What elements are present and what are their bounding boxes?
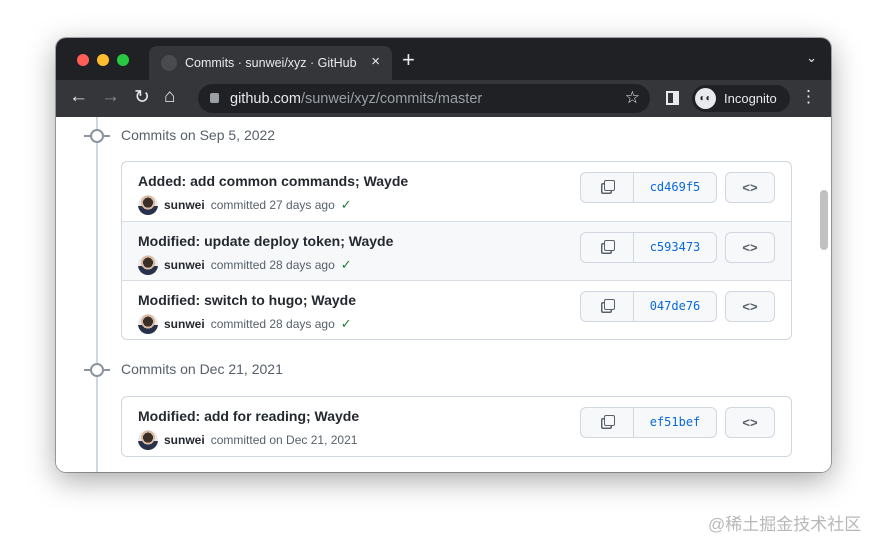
tab-commits[interactable]: Commits · sunwei/xyz · GitHub × <box>149 46 392 80</box>
tab-title: Commits · sunwei/xyz · GitHub <box>185 56 357 70</box>
avatar[interactable] <box>138 430 158 450</box>
copy-sha-button[interactable] <box>581 408 634 437</box>
copy-icon <box>603 240 615 251</box>
minimize-window-button[interactable] <box>97 54 109 66</box>
commit-sha-link[interactable]: cd469f5 <box>634 173 716 202</box>
close-window-button[interactable] <box>77 54 89 66</box>
new-tab-button[interactable]: + <box>402 47 415 73</box>
browse-repo-button[interactable]: <> <box>725 232 775 263</box>
avatar[interactable] <box>138 195 158 215</box>
check-icon[interactable]: ✓ <box>341 316 352 332</box>
code-icon: <> <box>742 240 758 255</box>
github-icon <box>161 55 177 71</box>
address-bar[interactable]: github.com/sunwei/xyz/commits/master ☆ <box>198 84 650 113</box>
page-content: Commits on Sep 5, 2022 Added: add common… <box>56 117 831 472</box>
browse-repo-button[interactable]: <> <box>725 407 775 438</box>
side-panel-icon[interactable] <box>666 91 679 105</box>
lock-icon <box>210 93 219 103</box>
profile-button[interactable]: ◐◐ Incognito <box>692 85 790 112</box>
incognito-icon: ◐◐ <box>695 88 716 109</box>
home-icon[interactable]: ⌂ <box>164 86 175 108</box>
commit-row: Modified: switch to hugo; Wayde sunwei co… <box>122 280 791 339</box>
commit-sha-link[interactable]: 047de76 <box>634 292 716 321</box>
check-icon[interactable]: ✓ <box>341 257 352 273</box>
scrollbar[interactable] <box>820 190 828 250</box>
group-header: Commits on Dec 21, 2021 <box>121 361 283 377</box>
commit-row: Added: add common commands; Wayde sunwei… <box>122 162 791 221</box>
commit-sha-link[interactable]: c593473 <box>634 233 716 262</box>
code-icon: <> <box>742 299 758 314</box>
code-icon: <> <box>742 415 758 430</box>
author-link[interactable]: sunwei <box>164 198 205 212</box>
commit-time: committed 28 days ago <box>210 258 335 272</box>
commit-row: Modified: update deploy token; Wayde sun… <box>122 221 791 280</box>
copy-icon <box>603 299 615 310</box>
commit-node-icon <box>90 363 104 377</box>
author-link[interactable]: sunwei <box>164 433 205 447</box>
commit-sha-link[interactable]: ef51bef <box>634 408 716 437</box>
sha-button-group: 047de76 <box>580 291 717 322</box>
check-icon[interactable]: ✓ <box>341 197 352 213</box>
menu-icon[interactable]: ⋮ <box>800 87 817 107</box>
copy-sha-button[interactable] <box>581 292 634 321</box>
close-tab-icon[interactable]: × <box>371 53 380 70</box>
commit-list: Added: add common commands; Wayde sunwei… <box>121 161 792 340</box>
forward-icon[interactable]: → <box>101 86 120 108</box>
watermark: @稀土掘金技术社区 <box>708 515 862 534</box>
back-icon[interactable]: ← <box>69 86 88 108</box>
commit-row: Modified: add for reading; Wayde sunwei c… <box>122 397 791 456</box>
author-link[interactable]: sunwei <box>164 258 205 272</box>
group-header: Commits on Sep 5, 2022 <box>121 127 276 143</box>
commit-node-icon <box>90 129 104 143</box>
copy-sha-button[interactable] <box>581 233 634 262</box>
author-link[interactable]: sunwei <box>164 317 205 331</box>
sha-button-group: c593473 <box>580 232 717 263</box>
commit-title-link[interactable]: Added: add common commands; Wayde <box>138 173 408 189</box>
commit-title-link[interactable]: Modified: update deploy token; Wayde <box>138 233 393 249</box>
reload-icon[interactable]: ↻ <box>134 86 150 109</box>
commit-title-link[interactable]: Modified: add for reading; Wayde <box>138 408 359 424</box>
commit-time: committed 27 days ago <box>210 198 335 212</box>
tab-bar: Commits · sunwei/xyz · GitHub × + ⌄ <box>56 38 831 80</box>
browse-repo-button[interactable]: <> <box>725 291 775 322</box>
toolbar: ← → ↻ ⌂ github.com/sunwei/xyz/commits/ma… <box>56 80 831 117</box>
copy-icon <box>603 415 615 426</box>
sha-button-group: cd469f5 <box>580 172 717 203</box>
code-icon: <> <box>742 180 758 195</box>
maximize-window-button[interactable] <box>117 54 129 66</box>
url-text[interactable]: github.com/sunwei/xyz/commits/master <box>230 91 482 107</box>
bookmark-star-icon[interactable]: ☆ <box>625 88 640 108</box>
commit-list: Modified: add for reading; Wayde sunwei c… <box>121 396 792 457</box>
copy-icon <box>603 180 615 191</box>
copy-sha-button[interactable] <box>581 173 634 202</box>
sha-button-group: ef51bef <box>580 407 717 438</box>
profile-label: Incognito <box>724 91 777 106</box>
tab-search-icon[interactable]: ⌄ <box>806 50 817 66</box>
commit-title-link[interactable]: Modified: switch to hugo; Wayde <box>138 292 356 308</box>
browser-window: Commits · sunwei/xyz · GitHub × + ⌄ ← → … <box>56 38 831 472</box>
timeline-line <box>96 117 98 472</box>
commit-time: committed on Dec 21, 2021 <box>210 433 358 447</box>
avatar[interactable] <box>138 314 158 334</box>
avatar[interactable] <box>138 255 158 275</box>
browse-repo-button[interactable]: <> <box>725 172 775 203</box>
commit-time: committed 28 days ago <box>210 317 335 331</box>
